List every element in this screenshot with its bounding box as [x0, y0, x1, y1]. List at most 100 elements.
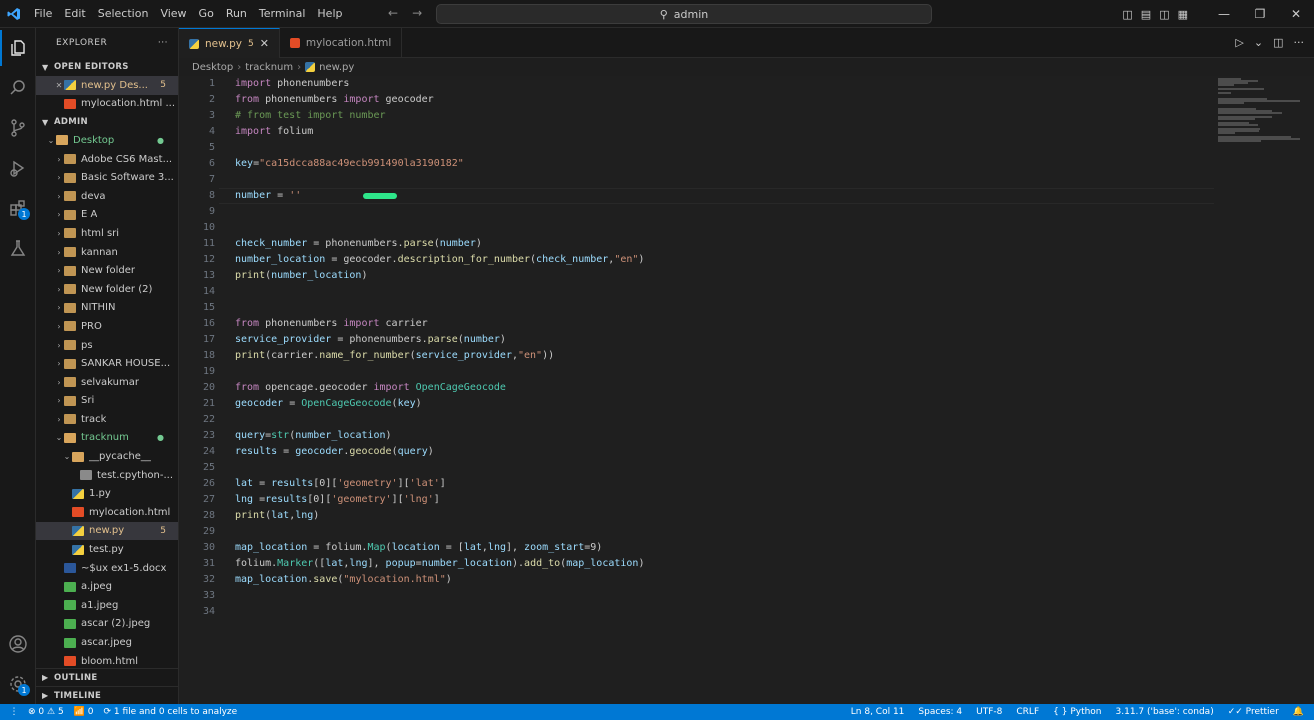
code-line[interactable]: 15 — [179, 300, 215, 316]
customize-layout-icon[interactable]: ▦ — [1178, 8, 1188, 21]
code-line[interactable]: 22 — [179, 412, 215, 428]
tree-file[interactable]: test.py — [36, 540, 178, 559]
language-mode[interactable]: { } Python — [1053, 707, 1101, 717]
tree-folder[interactable]: › SANKAR HOUSE... — [36, 354, 178, 373]
code-line[interactable]: 5 — [179, 140, 215, 156]
code-line[interactable]: 11 check_number = phonenumbers.parse(numb… — [179, 236, 482, 252]
outline-section[interactable]: ▶ OUTLINE — [36, 668, 178, 686]
minimize-button[interactable]: — — [1206, 7, 1242, 21]
code-line[interactable]: 2 from phonenumbers import geocoder — [179, 92, 434, 108]
code-line[interactable]: 7 — [179, 172, 215, 188]
code-line[interactable]: 3 # from test import number — [179, 108, 386, 124]
tree-file[interactable]: mylocation.html — [36, 503, 178, 522]
code-line[interactable]: 19 — [179, 364, 215, 380]
code-line[interactable]: 6 key="ca15dcca88ac49ecb991490la3190182" — [179, 156, 464, 172]
code-line[interactable]: 34 — [179, 604, 215, 620]
tree-folder[interactable]: › Basic Software 3... — [36, 168, 178, 187]
manage-gear-icon[interactable]: 1 — [0, 666, 36, 702]
close-icon[interactable]: ✕ — [54, 81, 64, 90]
tree-folder[interactable]: › PRO — [36, 317, 178, 336]
code-line[interactable]: 24 results = geocoder.geocode(query) — [179, 444, 434, 460]
tree-folder[interactable]: ⌄ tracknum ● — [36, 429, 178, 448]
source-control-icon[interactable] — [0, 110, 36, 146]
menu-edit[interactable]: Edit — [58, 0, 91, 28]
testing-icon[interactable] — [0, 230, 36, 266]
menu-selection[interactable]: Selection — [92, 0, 155, 28]
end-of-line[interactable]: CRLF — [1016, 707, 1039, 717]
code-line[interactable]: 9 — [179, 204, 215, 220]
python-interpreter[interactable]: 3.11.7 ('base': conda) — [1116, 707, 1214, 717]
menu-file[interactable]: File — [28, 0, 58, 28]
toggle-panel-icon[interactable]: ▤ — [1141, 8, 1151, 21]
indentation[interactable]: Spaces: 4 — [918, 707, 962, 717]
code-line[interactable]: 14 — [179, 284, 215, 300]
problems-indicator[interactable]: ⊗ 0 ⚠ 5 — [28, 707, 64, 717]
forward-arrow-icon[interactable]: → — [412, 6, 422, 20]
back-arrow-icon[interactable]: ← — [388, 6, 398, 20]
tree-folder[interactable]: › Sri — [36, 392, 178, 411]
open-editors-section[interactable]: ▼ OPEN EDITORS — [36, 58, 178, 76]
code-editor[interactable]: 1 import phonenumbers 2 from phonenumbers i… — [179, 76, 1214, 704]
extensions-icon[interactable]: 1 — [0, 190, 36, 226]
menu-go[interactable]: Go — [193, 0, 220, 28]
code-line[interactable]: 23 query=str(number_location) — [179, 428, 392, 444]
tree-file[interactable]: ascar (2).jpeg — [36, 615, 178, 634]
code-line[interactable]: 12 number_location = geocoder.description… — [179, 252, 645, 268]
tree-file[interactable]: a1.jpeg — [36, 596, 178, 615]
run-dropdown-icon[interactable]: ⌄ — [1254, 36, 1263, 49]
close-window-button[interactable]: ✕ — [1278, 7, 1314, 21]
code-line[interactable]: 28 print(lat,lng) — [179, 508, 319, 524]
code-line[interactable]: 21 geocoder = OpenCageGeocode(key) — [179, 396, 422, 412]
tree-folder[interactable]: ⌄ Desktop ● — [36, 131, 178, 150]
code-line[interactable]: 17 service_provider = phonenumbers.parse(… — [179, 332, 506, 348]
minimap[interactable] — [1214, 76, 1314, 704]
run-python-icon[interactable]: ▷ — [1235, 36, 1243, 49]
menu-run[interactable]: Run — [220, 0, 253, 28]
tree-folder[interactable]: › Adobe CS6 Mast... — [36, 150, 178, 169]
code-line[interactable]: 18 print(carrier.name_for_number(service_… — [179, 348, 554, 364]
split-editor-icon[interactable]: ◫ — [1273, 36, 1283, 49]
code-line[interactable]: 26 lat = results[0]['geometry']['lat'] — [179, 476, 446, 492]
code-line[interactable]: 29 — [179, 524, 215, 540]
code-line[interactable]: 30 map_location = folium.Map(location = [… — [179, 540, 602, 556]
tree-folder[interactable]: › New folder — [36, 261, 178, 280]
menu-terminal[interactable]: Terminal — [253, 0, 312, 28]
code-line[interactable]: 10 — [179, 220, 215, 236]
breadcrumb-desktop[interactable]: Desktop — [192, 62, 233, 73]
tree-file[interactable]: ~$ux ex1-5.docx — [36, 559, 178, 578]
code-line[interactable]: 33 — [179, 588, 215, 604]
notifications-bell-icon[interactable]: 🔔 — [1293, 707, 1304, 717]
code-line[interactable]: 32 map_location.save("mylocation.html") — [179, 572, 452, 588]
breadcrumb-tracknum[interactable]: tracknum — [245, 62, 293, 73]
code-line[interactable]: 20 from opencage.geocoder import OpenCage… — [179, 380, 506, 396]
tree-file[interactable]: new.py 5 — [36, 521, 178, 541]
open-editor-item[interactable]: ✕ new.py Des... 5 — [36, 76, 178, 95]
more-actions-icon[interactable]: ··· — [158, 38, 168, 48]
toggle-primary-sidebar-icon[interactable]: ◫ — [1122, 8, 1132, 21]
code-line[interactable]: 27 lng =results[0]['geometry']['lng'] — [179, 492, 440, 508]
code-line[interactable]: 4 import folium — [179, 124, 313, 140]
tree-folder[interactable]: › New folder (2) — [36, 280, 178, 299]
code-line[interactable]: 8 number = '' — [179, 188, 301, 204]
tree-folder[interactable]: › E A — [36, 206, 178, 225]
tree-folder[interactable]: › ps — [36, 336, 178, 355]
ports-indicator[interactable]: 📶 0 — [74, 707, 94, 717]
tree-folder[interactable]: ⌄ __pycache__ — [36, 447, 178, 466]
tree-folder[interactable]: › NITHIN — [36, 299, 178, 318]
tree-folder[interactable]: › deva — [36, 187, 178, 206]
tree-file[interactable]: test.cpython-... — [36, 466, 178, 485]
remote-indicator-icon[interactable]: ⋮ — [0, 704, 28, 720]
toggle-secondary-sidebar-icon[interactable]: ◫ — [1159, 8, 1169, 21]
code-line[interactable]: 31 folium.Marker([lat,lng], popup=number_… — [179, 556, 645, 572]
tree-folder[interactable]: › track — [36, 410, 178, 429]
tree-file[interactable]: a.jpeg — [36, 577, 178, 596]
tab-new-py[interactable]: new.py 5 ✕ — [179, 28, 280, 58]
command-center-search[interactable]: ⚲ admin — [436, 4, 932, 24]
code-line[interactable]: 13 print(number_location) — [179, 268, 368, 284]
cursor-position[interactable]: Ln 8, Col 11 — [851, 707, 905, 717]
tab-mylocation-html[interactable]: mylocation.html — [280, 28, 403, 58]
menu-view[interactable]: View — [154, 0, 192, 28]
code-line[interactable]: 25 — [179, 460, 215, 476]
open-editor-item[interactable]: mylocation.html ... — [36, 95, 178, 114]
tree-file[interactable]: ascar.jpeg — [36, 633, 178, 652]
